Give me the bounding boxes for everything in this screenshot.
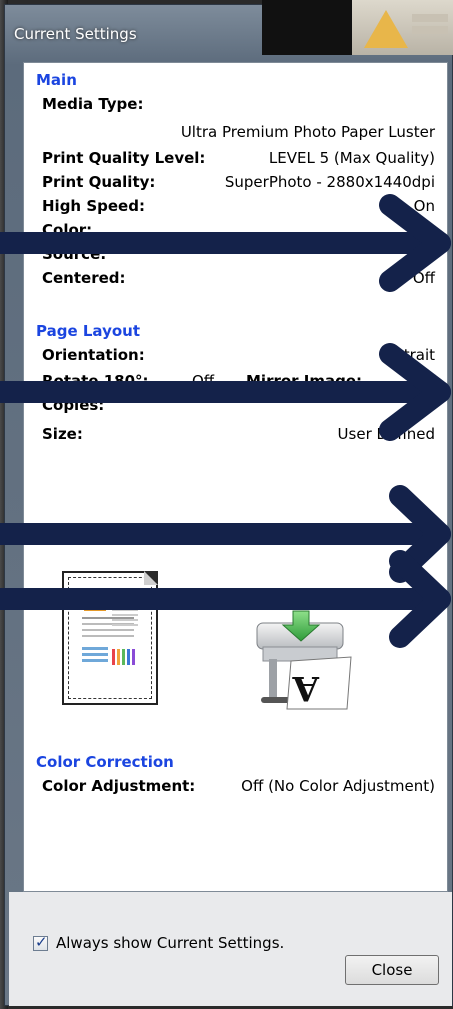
arrow-icon: [0, 194, 451, 292]
arrow-icon: [0, 550, 451, 648]
arrow-icon: [0, 485, 451, 583]
arrow-icon: [0, 343, 451, 441]
annotation-arrows: [0, 194, 451, 648]
